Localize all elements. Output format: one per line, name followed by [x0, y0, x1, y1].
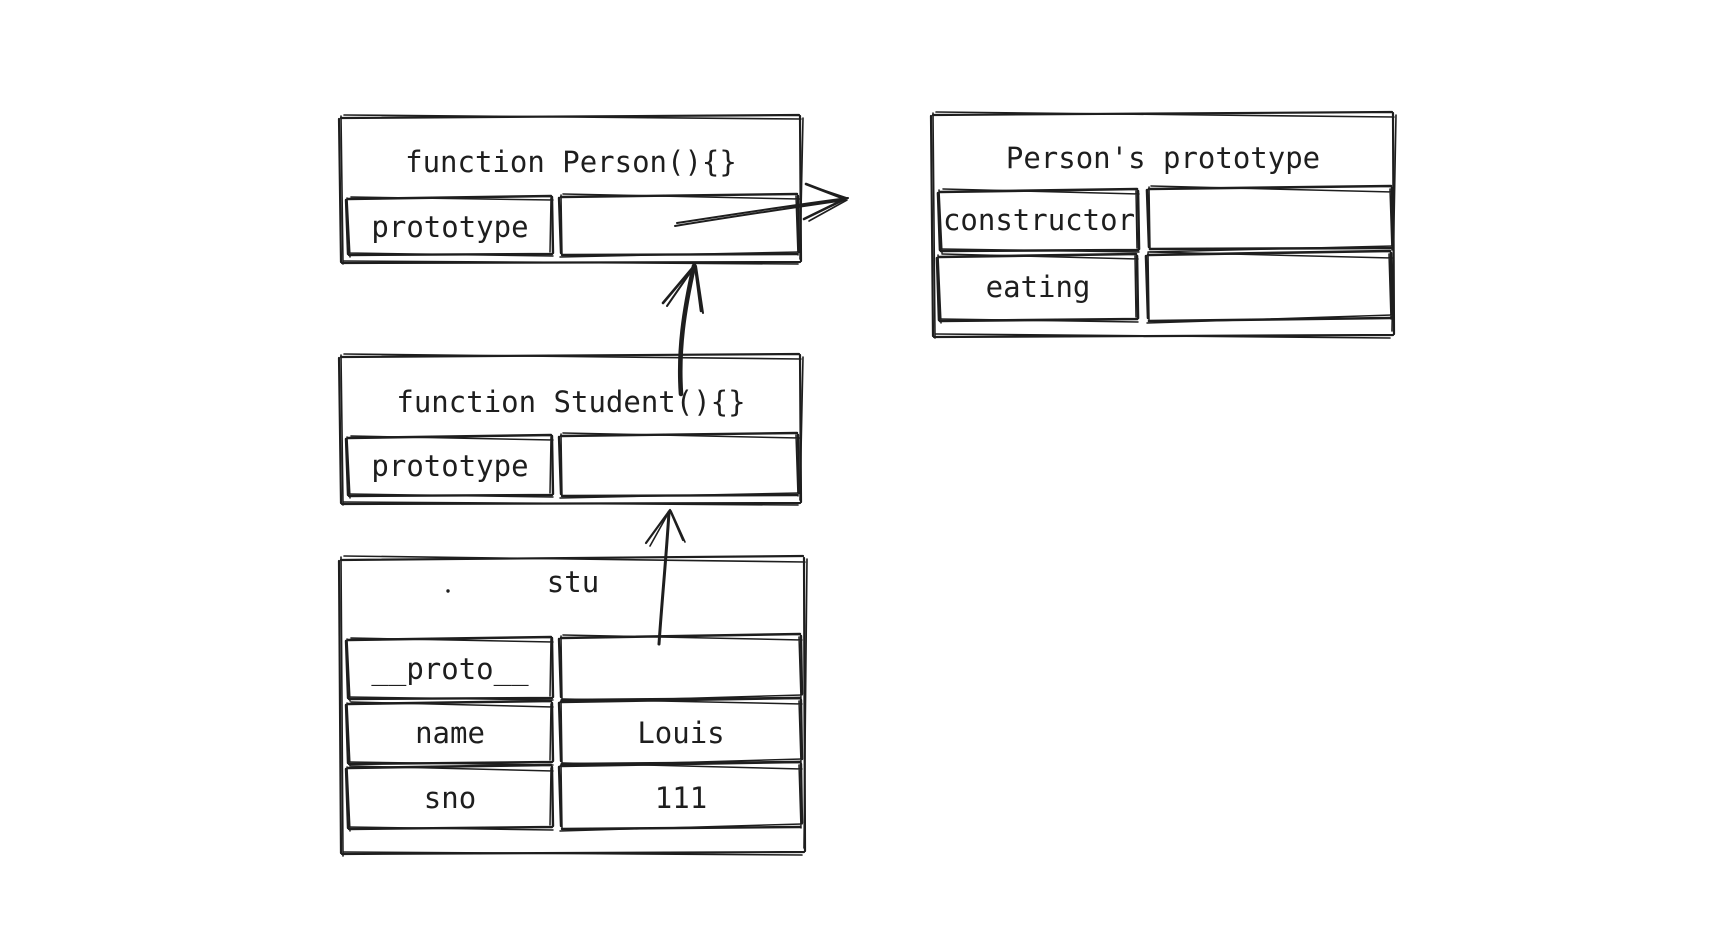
- stray-dot: [446, 589, 450, 593]
- node-student-function[interactable]: [337, 352, 804, 506]
- node-person-function[interactable]: [337, 113, 804, 265]
- node-person-prototype[interactable]: [929, 110, 1397, 339]
- edge-student-to-person: [661, 263, 704, 397]
- edge-person-prototype: [674, 182, 849, 227]
- diagram-canvas: function Person(){} prototype Person's p…: [0, 0, 1728, 938]
- sketch-layer: [337, 110, 1397, 857]
- edge-stu-to-student: [644, 508, 686, 646]
- node-stu-object[interactable]: [337, 554, 808, 857]
